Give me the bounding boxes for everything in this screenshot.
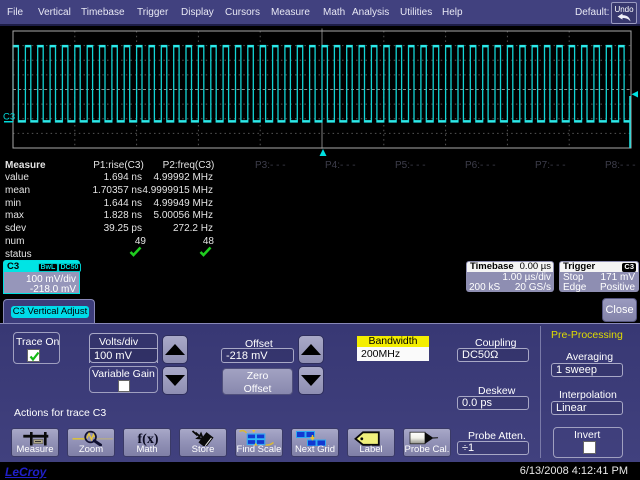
svg-text:C3: C3 [3, 112, 15, 123]
